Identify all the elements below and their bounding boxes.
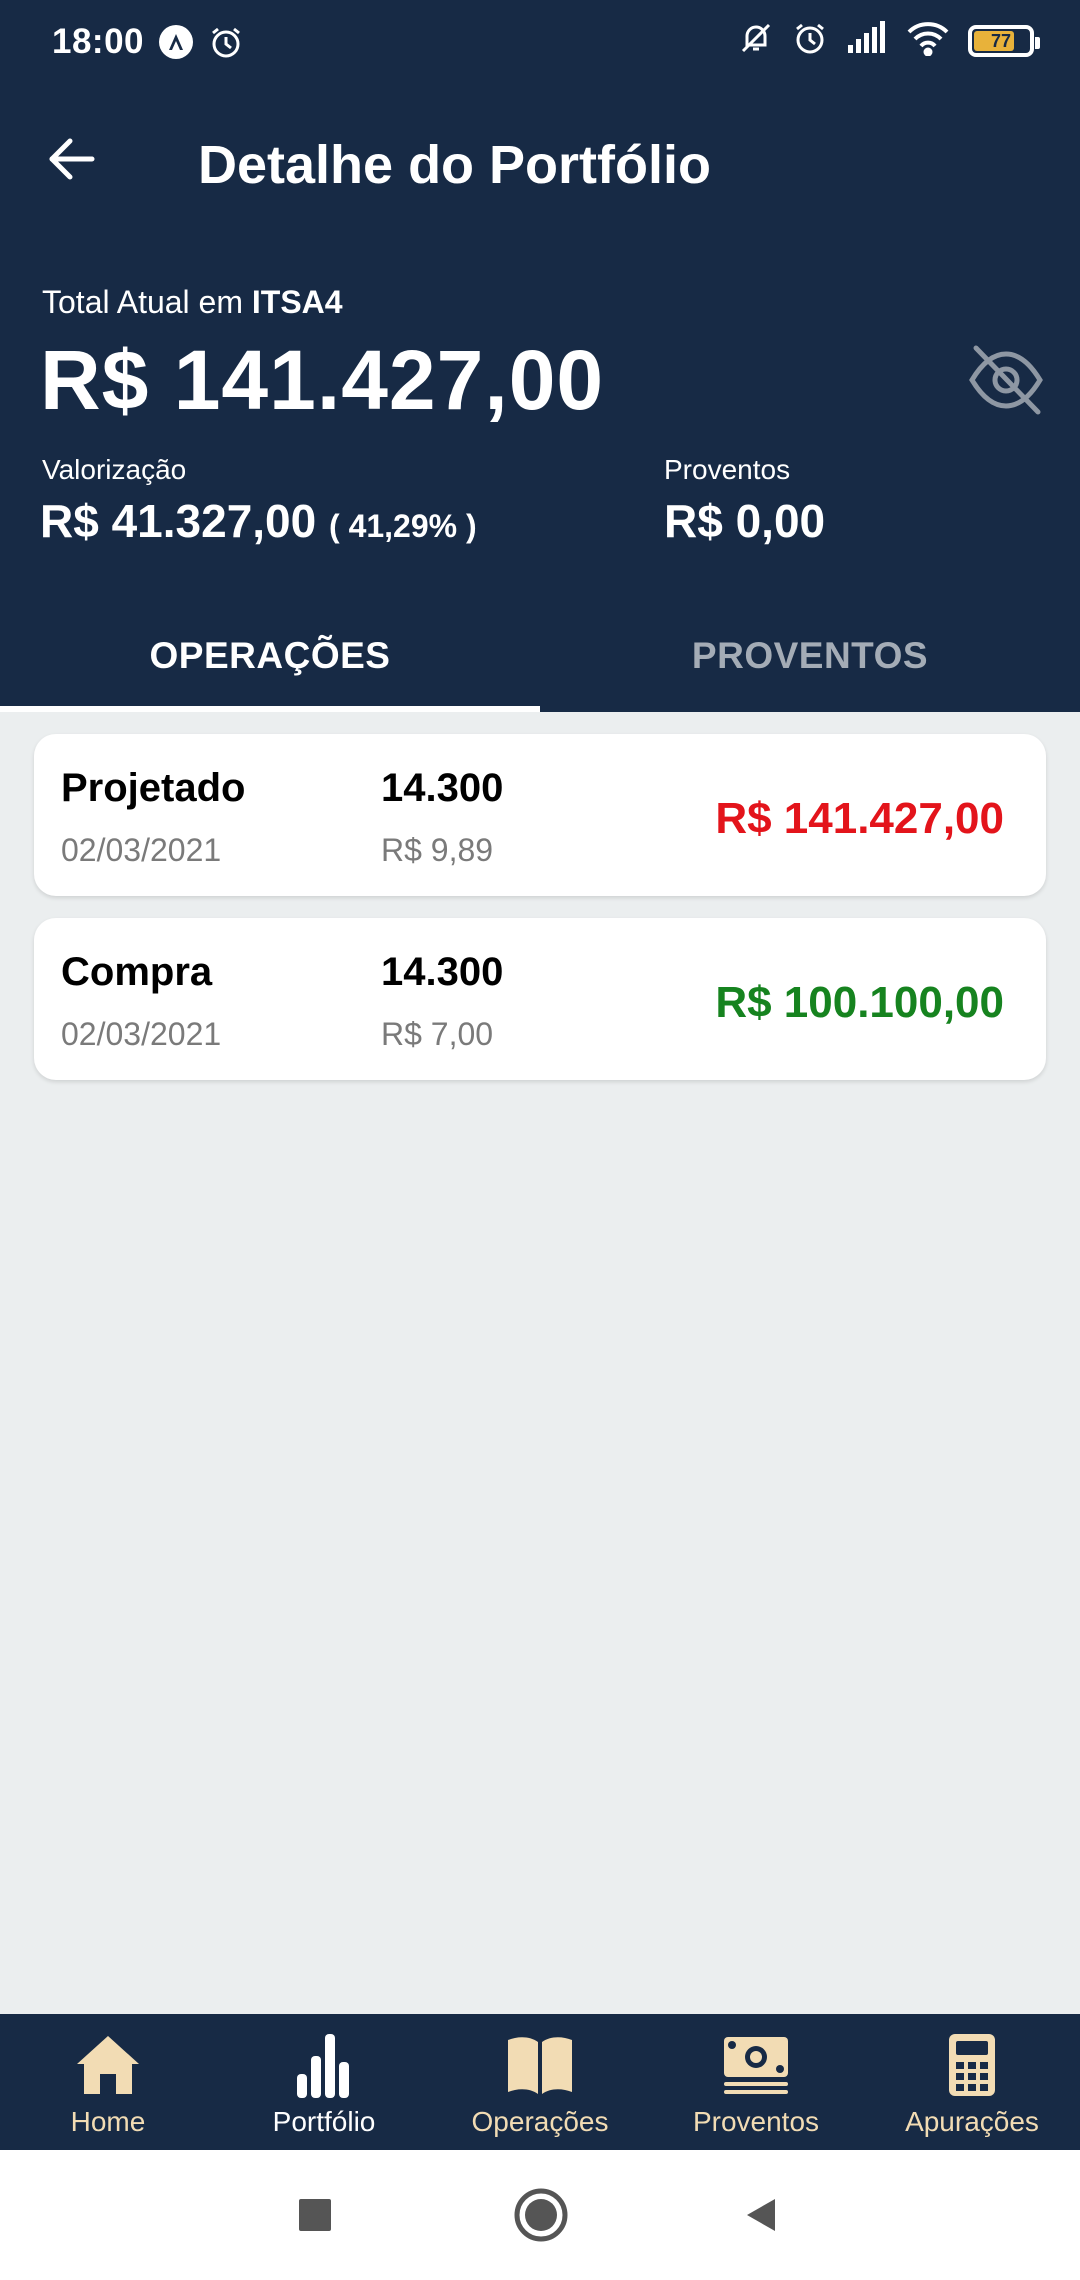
operation-date: 02/03/2021 (61, 1016, 222, 1052)
battery-level: 77 (990, 30, 1012, 51)
recent-apps-button[interactable] (280, 2180, 350, 2250)
system-navigation-bar (0, 2150, 1080, 2280)
alarm-icon (792, 20, 828, 61)
alarm-icon (208, 24, 244, 65)
wifi-icon (906, 20, 950, 61)
total-label-prefix: Total Atual em (42, 284, 252, 320)
triangle-back-icon (747, 2199, 775, 2231)
tab-proventos[interactable]: PROVENTOS (540, 600, 1080, 712)
operation-total: R$ 141.427,00 (715, 794, 1004, 843)
tab-bar: OPERAÇÕES PROVENTOS (0, 600, 1080, 712)
nav-home-label: Home (70, 2106, 146, 2137)
nav-portfolio-label: Portfólio (272, 2106, 376, 2137)
money-icon (716, 2028, 796, 2102)
eye-off-icon (969, 345, 1043, 415)
portfolio-header: 18:00 77 Detalhe do Portfólio Total Atua… (0, 0, 1080, 712)
operation-card-projetado[interactable]: Projetado 02/03/2021 14.300 R$ 9,89 R$ 1… (34, 734, 1046, 896)
nav-proventos-label: Proventos (692, 2106, 820, 2137)
nav-home[interactable]: Home (0, 2014, 216, 2150)
operation-date: 02/03/2021 (61, 832, 222, 868)
back-button[interactable] (36, 124, 106, 194)
status-time: 18:00 (52, 22, 145, 61)
operation-type: Projetado (61, 766, 246, 810)
arrow-left-icon (49, 138, 95, 180)
bar-chart-icon (284, 2028, 364, 2102)
tab-operacoes-label: OPERAÇÕES (149, 635, 391, 676)
toggle-visibility-button[interactable] (966, 340, 1046, 420)
nav-portfolio[interactable]: Portfólio (216, 2014, 432, 2150)
tab-indicator (0, 706, 540, 712)
nav-apuracoes[interactable]: Apurações (864, 2014, 1080, 2150)
operation-card-compra[interactable]: Compra 02/03/2021 14.300 R$ 7,00 R$ 100.… (34, 918, 1046, 1080)
square-icon (299, 2199, 331, 2231)
ticker: ITSA4 (251, 284, 343, 320)
nav-operacoes-label: Operações (471, 2106, 609, 2137)
tab-proventos-label: PROVENTOS (691, 635, 929, 676)
signal-icon (846, 21, 888, 60)
calculator-icon (932, 2028, 1012, 2102)
tab-operacoes[interactable]: OPERAÇÕES (0, 600, 540, 712)
status-bar: 18:00 77 (0, 0, 1080, 90)
nav-proventos[interactable]: Proventos (648, 2014, 864, 2150)
operation-unit-price: R$ 7,00 (381, 1016, 494, 1052)
back-system-button[interactable] (726, 2180, 796, 2250)
page-title: Detalhe do Portfólio (198, 135, 711, 195)
mute-icon (738, 20, 774, 61)
circle-icon (514, 2188, 568, 2242)
operation-type: Compra (61, 950, 213, 994)
proventos-value: R$ 0,00 (664, 495, 826, 547)
home-system-button[interactable] (506, 2180, 576, 2250)
total-label: Total Atual em ITSA4 (42, 284, 343, 321)
valorizacao-amount: R$ 41.327,00 (40, 495, 317, 547)
valorizacao-percent: ( 41,29% ) (329, 508, 477, 544)
valorizacao-value: R$ 41.327,00 ( 41,29% ) (40, 494, 477, 548)
operation-unit-price: R$ 9,89 (381, 832, 494, 868)
nav-apuracoes-label: Apurações (905, 2106, 1039, 2137)
status-icons: 77 (738, 20, 1040, 61)
nav-operacoes[interactable]: Operações (432, 2014, 648, 2150)
total-value: R$ 141.427,00 (40, 333, 605, 427)
proventos-label: Proventos (664, 454, 791, 485)
valorizacao-label: Valorização (42, 454, 187, 485)
operation-quantity: 14.300 (381, 950, 504, 994)
book-icon (500, 2028, 580, 2102)
battery-icon: 77 (968, 24, 1040, 57)
bottom-navigation: Home Portfólio Operações Proventos Apura… (0, 2014, 1080, 2150)
home-icon (68, 2028, 148, 2102)
operation-quantity: 14.300 (381, 766, 504, 810)
navigation-icon (158, 24, 194, 65)
operation-total: R$ 100.100,00 (715, 978, 1004, 1027)
